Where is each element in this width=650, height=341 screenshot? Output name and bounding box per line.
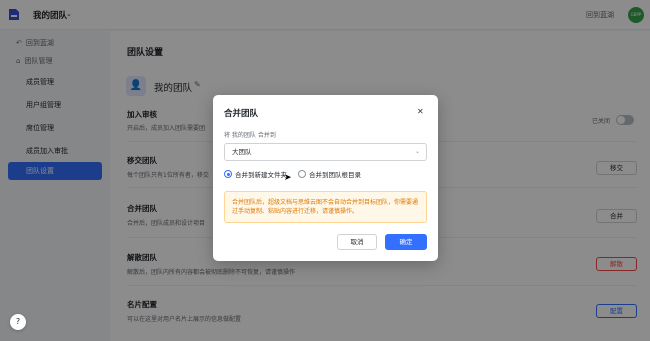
merge-team-dialog: 合并团队 ✕ 将 我的团队 合并到 大团队 ⌄ 合并到新建文件夹 ➤ 合并到团队… [213, 95, 438, 261]
merge-target-label: 将 我的团队 合并到 [224, 132, 276, 139]
cancel-button[interactable]: 取消 [337, 234, 377, 250]
target-team-value: 大团队 [232, 148, 252, 156]
mouse-cursor-icon: ➤ [284, 173, 292, 183]
radio-selected-icon [224, 170, 232, 178]
merge-warning: 合并团队后，超级文档与思维云图不会自动合并到目标团队，你需要通过手动复制、粘贴内… [224, 191, 427, 223]
radio-unselected-icon [298, 170, 306, 178]
radio-new-folder[interactable]: 合并到新建文件夹 [224, 169, 287, 179]
close-icon[interactable]: ✕ [417, 107, 424, 116]
dialog-title: 合并团队 [224, 109, 259, 119]
confirm-button[interactable]: 确定 [385, 234, 427, 250]
radio-team-root[interactable]: 合并到团队根目录 [298, 169, 361, 179]
target-team-select[interactable]: 大团队 ⌄ [224, 143, 427, 161]
help-button[interactable]: ? [10, 314, 26, 330]
chevron-down-icon: ⌄ [414, 148, 420, 155]
